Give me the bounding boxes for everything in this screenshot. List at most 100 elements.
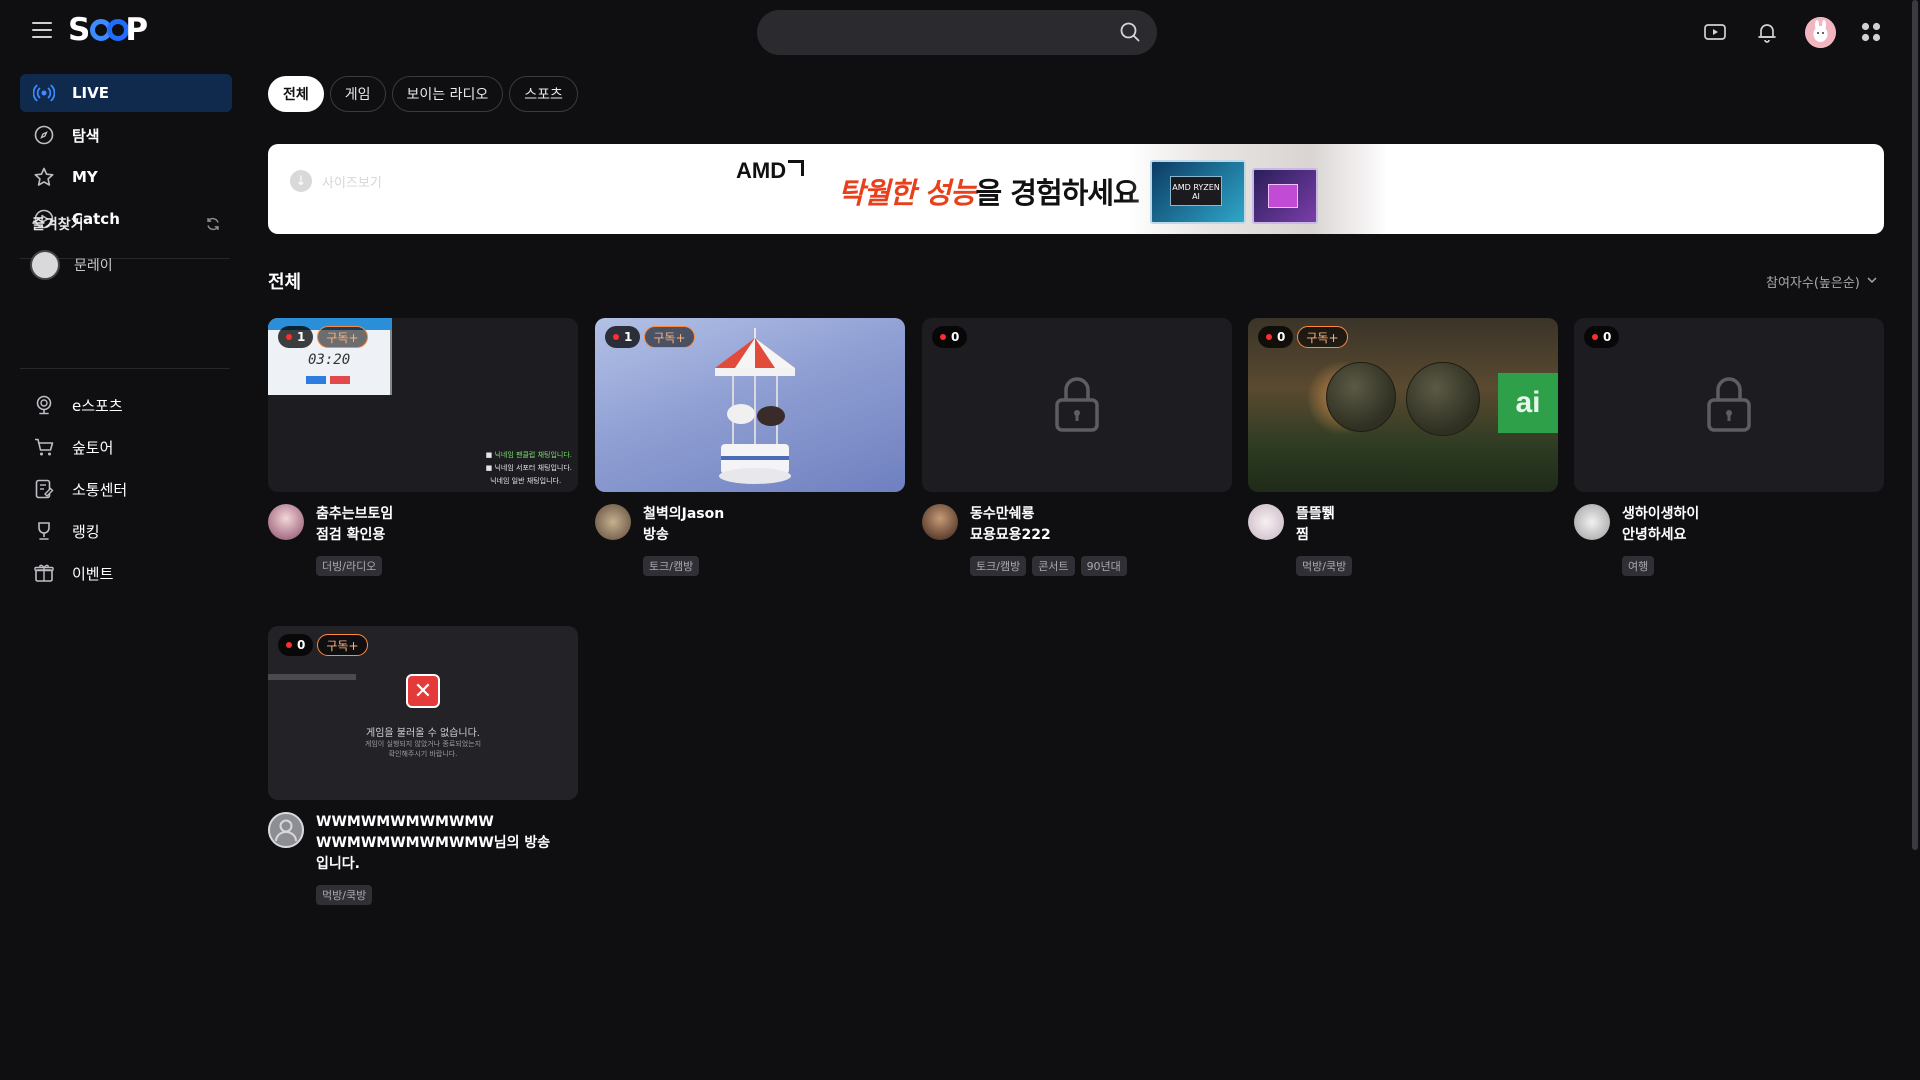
gift-icon xyxy=(32,561,56,585)
stream-title[interactable]: 묘용묘용222 xyxy=(970,525,1232,546)
scrollbar[interactable] xyxy=(1912,0,1918,850)
category-tag[interactable]: 토크/캠방 xyxy=(970,556,1027,576)
category-tag[interactable]: 먹방/쿡방 xyxy=(1296,556,1353,576)
stream-title[interactable]: WWMWMWMWMWMW님의 방송입니다. xyxy=(316,833,556,875)
default-user-icon xyxy=(268,812,304,848)
tab-sports[interactable]: 스포츠 xyxy=(509,76,578,112)
favorite-name: 문레이 xyxy=(74,258,113,274)
stream-thumbnail[interactable]: 1 구독+ xyxy=(595,318,905,492)
stream-card[interactable]: 03:20 ■ 닉네임 팬클럽 채팅입니다. ■ 닉네임 서포터 채팅입니다. … xyxy=(268,318,578,576)
sidebar-item-event[interactable]: 이벤트 xyxy=(20,554,232,592)
tab-game[interactable]: 게임 xyxy=(329,76,386,112)
avatar[interactable] xyxy=(268,504,304,540)
subscribe-badge: 구독+ xyxy=(317,326,368,348)
ad-banner[interactable]: ↓ 사이즈보기 AMD 탁월한 성능을 경험하세요 AMD RYZEN AI xyxy=(268,144,1884,234)
stream-card[interactable]: ✕ 게임을 불러올 수 없습니다. 게임이 실행되지 않았거나 종료되었는지 확… xyxy=(268,626,578,905)
section-title: 전체 xyxy=(268,272,302,293)
streamer-name[interactable]: 뜰뜰뛝 xyxy=(1296,504,1558,525)
sidebar-item-my[interactable]: MY xyxy=(20,158,232,196)
stream-title[interactable]: 안녕하세요 xyxy=(1622,525,1884,546)
sidebar-item-label: 랭킹 xyxy=(72,522,100,541)
avatar[interactable] xyxy=(268,812,304,848)
category-tag[interactable]: 더빙/라디오 xyxy=(316,556,383,576)
streamer-name[interactable]: 춤추는브토임 xyxy=(316,504,578,525)
ranking-icon xyxy=(32,519,56,543)
category-tag[interactable]: 토크/캠방 xyxy=(643,556,700,576)
stream-thumbnail[interactable]: ✕ 게임을 불러올 수 없습니다. 게임이 실행되지 않았거나 종료되었는지 확… xyxy=(268,626,578,800)
sidebar-item-label: 탐색 xyxy=(72,126,100,145)
viewer-count-badge: 0 xyxy=(278,634,314,656)
streamer-name[interactable]: 동수만쉐룡 xyxy=(970,504,1232,525)
refresh-icon[interactable] xyxy=(205,216,221,236)
trophy-icon xyxy=(32,393,56,417)
star-icon xyxy=(32,165,56,189)
category-tag[interactable]: 90년대 xyxy=(1080,556,1127,576)
product-box-image xyxy=(1252,168,1318,224)
sidebar-item-ranking[interactable]: 랭킹 xyxy=(20,512,232,550)
stream-card[interactable]: 0 동수만쉐룡 묘용묘용222 토크/캠방 콘서트 90년대 xyxy=(922,318,1232,576)
sidebar-item-community[interactable]: 소통센터 xyxy=(20,470,232,508)
stream-thumbnail[interactable]: 0 xyxy=(1574,318,1884,492)
bell-icon[interactable] xyxy=(1754,19,1780,45)
stream-title[interactable]: 방송 xyxy=(643,525,905,546)
error-message: 게임을 불러올 수 없습니다. xyxy=(366,728,480,739)
note-icon xyxy=(32,477,56,501)
amd-logo: AMD xyxy=(736,158,805,184)
viewer-count-badge: 0 xyxy=(1584,326,1620,348)
sidebar-item-label: 숲토어 xyxy=(72,438,114,457)
profile-avatar[interactable] xyxy=(1805,17,1836,48)
avatar[interactable] xyxy=(922,504,958,540)
sidebar-item-label: e스포츠 xyxy=(72,396,123,415)
sidebar-item-explore[interactable]: 탐색 xyxy=(20,116,232,154)
stream-thumbnail[interactable]: 0 xyxy=(922,318,1232,492)
stream-title[interactable]: 찜 xyxy=(1296,525,1558,546)
streamer-name[interactable]: 철벽의Jason xyxy=(643,504,905,525)
tab-radio[interactable]: 보이는 라디오 xyxy=(391,76,504,112)
streamer-name[interactable]: WWMWMWMWMWMW xyxy=(316,812,578,833)
chevron-down-icon xyxy=(1866,274,1878,290)
divider xyxy=(20,368,230,369)
menu-icon[interactable] xyxy=(32,20,52,40)
sidebar-item-store[interactable]: 숲토어 xyxy=(20,428,232,466)
sort-dropdown[interactable]: 참여자수(높은순) xyxy=(1766,272,1878,291)
banner-headline: 탁월한 성능을 경험하세요 xyxy=(838,176,1140,210)
favorites-title: 즐겨찾기 xyxy=(32,217,84,233)
stream-card[interactable]: 0 생하이생하이 안녕하세요 여행 xyxy=(1574,318,1884,576)
download-hint[interactable]: ↓ 사이즈보기 xyxy=(290,170,382,192)
search-input[interactable] xyxy=(757,10,1097,55)
search-icon[interactable] xyxy=(1119,21,1141,47)
lock-icon xyxy=(1053,374,1101,438)
soop-logo[interactable]: SP xyxy=(68,12,148,48)
viewer-count-badge: 1 xyxy=(278,326,314,348)
sidebar-item-label: MY xyxy=(72,168,98,186)
stream-thumbnail[interactable]: 03:20 ■ 닉네임 팬클럽 채팅입니다. ■ 닉네임 서포터 채팅입니다. … xyxy=(268,318,578,492)
viewer-count-badge: 1 xyxy=(605,326,641,348)
subscribe-badge: 구독+ xyxy=(644,326,695,348)
carousel-image xyxy=(715,328,795,484)
apps-grid-icon[interactable] xyxy=(1858,19,1884,45)
category-tag[interactable]: 콘서트 xyxy=(1032,556,1075,576)
lock-icon xyxy=(1705,374,1753,438)
avatar[interactable] xyxy=(1248,504,1284,540)
avatar[interactable] xyxy=(595,504,631,540)
avatar[interactable] xyxy=(1574,504,1610,540)
sidebar-item-live[interactable]: LIVE xyxy=(20,74,232,112)
stream-title[interactable]: 점검 확인용 xyxy=(316,525,578,546)
cart-icon xyxy=(32,435,56,459)
tab-all[interactable]: 전체 xyxy=(268,76,324,112)
sidebar-item-esports[interactable]: e스포츠 xyxy=(20,386,232,424)
broadcast-icon[interactable] xyxy=(1702,19,1728,45)
category-tag[interactable]: 여행 xyxy=(1622,556,1655,576)
streamer-name[interactable]: 생하이생하이 xyxy=(1622,504,1884,525)
stream-card[interactable]: ai 0 구독+ 뜰뜰뛝 찜 먹방/쿡방 xyxy=(1248,318,1558,576)
error-detail: 게임이 실행되지 않았거나 종료되었는지 확인해주시기 바랍니다. xyxy=(364,740,482,758)
stream-card[interactable]: 1 구독+ 철벽의Jason 방송 토크/캠방 xyxy=(595,318,905,576)
subscribe-badge: 구독+ xyxy=(317,634,368,656)
top-bar: SP xyxy=(0,0,1920,64)
viewer-count-badge: 0 xyxy=(1258,326,1294,348)
thumbnail-chat: ■ 닉네임 팬클럽 채팅입니다. ■ 닉네임 서포터 채팅입니다. 닉네임 일반… xyxy=(485,451,572,485)
stream-thumbnail[interactable]: ai 0 구독+ xyxy=(1248,318,1558,492)
category-tag[interactable]: 먹방/쿡방 xyxy=(316,885,373,905)
sidebar-item-label: LIVE xyxy=(72,84,109,102)
favorite-streamer[interactable]: 문레이 xyxy=(30,250,113,280)
